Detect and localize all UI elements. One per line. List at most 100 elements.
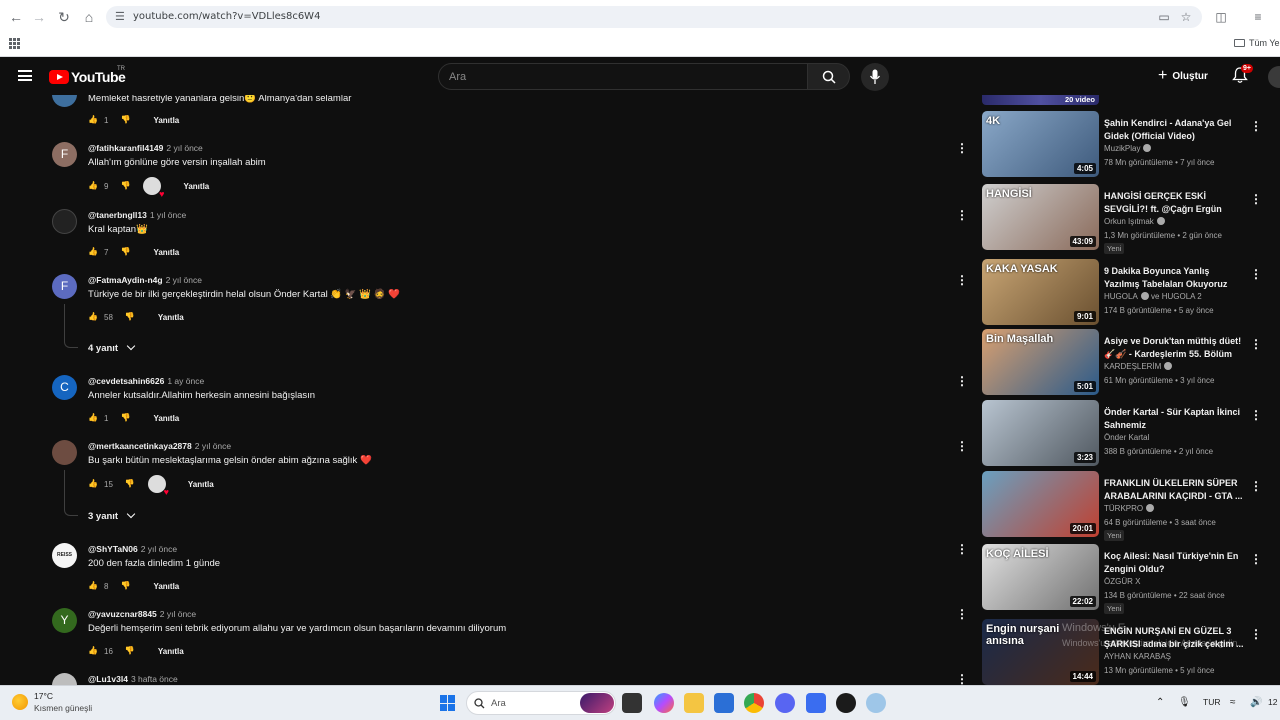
terminal-app-icon[interactable] [622,693,642,713]
tray-overflow-icon[interactable]: ⌃ [1156,697,1164,708]
video-title[interactable]: Şahin Kendirci - Adana'ya Gel Gidek (Off… [1104,117,1244,143]
recommended-video[interactable]: 3:23 Önder Kartal - Sür Kaptan İkinci Sah… [982,400,1280,466]
like-icon[interactable]: 👍 [88,413,99,424]
like-icon[interactable]: 👍 [88,247,99,258]
clock[interactable]: 12 [1268,697,1277,707]
avatar[interactable] [52,209,77,234]
comment-menu-icon[interactable]: ⋮ [956,209,968,221]
video-title[interactable]: Asiye ve Doruk'tan müthiş düet! 🎸🎻 - Kar… [1104,335,1244,361]
comment-menu-icon[interactable]: ⋮ [956,274,968,286]
recommended-video[interactable]: Bin Maşallah 5:01 Asiye ve Doruk'tan müthi… [982,329,1280,395]
avatar[interactable]: F [52,274,77,299]
start-button[interactable] [440,695,456,711]
comment-author[interactable]: @yavuzcnar8845 2 yıl önce [88,609,196,619]
site-info-icon[interactable]: ☰ [115,10,129,24]
reply-button[interactable]: Yanıtla [153,414,179,423]
video-menu-icon[interactable]: ⋮ [1250,267,1262,281]
file-explorer-icon[interactable] [684,693,704,713]
comment-menu-icon[interactable]: ⋮ [956,673,968,685]
video-menu-icon[interactable]: ⋮ [1250,337,1262,351]
comment-menu-icon[interactable]: ⋮ [956,375,968,387]
like-icon[interactable]: 👍 [88,581,99,592]
reply-button[interactable]: Yanıtla [183,182,209,191]
bookmark-star-icon[interactable]: ☆ [1178,9,1194,25]
like-icon[interactable]: 👍 [88,646,99,657]
video-title[interactable]: Koç Ailesi: Nasıl Türkiye'nin En Zengini… [1104,550,1244,576]
reply-button[interactable]: Yanıtla [158,647,184,656]
create-button[interactable]: + Oluştur [1152,64,1218,88]
show-replies-button[interactable]: 4 yanıt [88,341,136,354]
reload-icon[interactable]: ↻ [55,8,73,26]
recommended-video[interactable]: KAKA YASAK 9:01 9 Dakika Boyunca Yanlış Ya… [982,259,1280,325]
reply-button[interactable]: Yanıtla [153,582,179,591]
dislike-icon[interactable]: 👎 [125,479,136,490]
video-menu-icon[interactable]: ⋮ [1250,552,1262,566]
notifications-button[interactable]: 9+ [1232,64,1253,85]
extensions-icon[interactable]: ◫ [1213,9,1229,25]
video-thumbnail[interactable]: KOÇ AİLESİ 22:02 [982,544,1099,610]
messenger-app-icon[interactable] [806,693,826,713]
apps-grid-icon[interactable] [9,38,20,49]
volume-icon[interactable]: 🔊 [1250,697,1262,708]
recommended-video[interactable]: 20:01 FRANKLIN ÜLKELERIN SÜPER ARABALARIN… [982,471,1280,541]
channel-name[interactable]: Önder Kartal [1104,433,1149,442]
avatar[interactable] [52,673,77,685]
video-thumbnail[interactable]: 4K 4:05 [982,111,1099,177]
dislike-icon[interactable]: 👎 [120,181,131,192]
search-input[interactable]: Ara [438,63,808,90]
video-menu-icon[interactable]: ⋮ [1250,479,1262,493]
video-title[interactable]: HANGİSİ GERÇEK ESKİ SEVGİLİ?! ft. @Çağrı… [1104,190,1244,216]
channel-name[interactable]: HUGOLA ve HUGOLA 2 [1104,292,1202,301]
channel-name[interactable]: MuzikPlay [1104,144,1152,153]
home-icon[interactable]: ⌂ [80,8,98,26]
youtube-logo[interactable]: YouTube TR [49,66,126,85]
comment-author[interactable]: @FatmaAydin-n4g 2 yıl önce [88,275,202,285]
avatar[interactable] [52,95,77,107]
address-bar[interactable]: ☰ youtube.com/watch?v=VDLles8c6W4 [106,6,1202,28]
dislike-icon[interactable]: 👎 [125,312,136,323]
video-menu-icon[interactable]: ⋮ [1250,119,1262,133]
comment-menu-icon[interactable]: ⋮ [956,142,968,154]
chrome-app-icon[interactable] [744,693,764,713]
like-icon[interactable]: 👍 [88,479,99,490]
voice-search-button[interactable] [861,63,889,91]
wifi-icon[interactable]: ≈ [1230,697,1236,708]
avatar[interactable]: C [52,375,77,400]
video-thumbnail[interactable]: 3:23 [982,400,1099,466]
copilot-app-icon[interactable] [654,693,674,713]
video-title[interactable]: Önder Kartal - Sür Kaptan İkinci Sahnemi… [1104,406,1244,432]
channel-name[interactable]: TÜRKPRO [1104,504,1155,513]
avatar[interactable]: F [52,142,77,167]
video-menu-icon[interactable]: ⋮ [1250,192,1262,206]
comment-author[interactable]: @Lu1v3l4 3 hafta önce [88,674,178,684]
channel-name[interactable]: AYHAN KARABAŞ [1104,652,1171,661]
menu-icon[interactable] [18,70,32,81]
comment-menu-icon[interactable]: ⋮ [956,440,968,452]
avatar[interactable] [52,440,77,465]
back-icon[interactable]: ← [7,8,25,26]
widget-app-icon[interactable] [580,693,614,713]
video-title[interactable]: 9 Dakika Boyunca Yanlış Yazılmış Tabelal… [1104,265,1244,291]
comment-author[interactable]: @mertkaancetinkaya2878 2 yıl önce [88,441,231,451]
video-thumbnail[interactable]: HANGİSİ 43:09 [982,184,1099,250]
recommended-video[interactable]: Engin nurşani anısına 14:44 ENGİN NURŞANİ … [982,619,1280,685]
game-app-icon[interactable] [836,693,856,713]
comment-author[interactable]: @cevdetsahin6626 1 ay önce [88,376,204,386]
dislike-icon[interactable]: 👎 [120,413,131,424]
store-app-icon[interactable] [714,693,734,713]
language-indicator[interactable]: TUR [1203,697,1220,707]
comment-menu-icon[interactable]: ⋮ [956,608,968,620]
recommended-video[interactable]: 4K 4:05 Şahin Kendirci - Adana'ya Gel Gide… [982,111,1280,177]
video-thumbnail[interactable]: KAKA YASAK 9:01 [982,259,1099,325]
reply-button[interactable]: Yanıtla [188,480,214,489]
channel-name[interactable]: Orkun Işıtmak [1104,217,1165,226]
forward-icon[interactable]: → [30,8,48,26]
like-icon[interactable]: 👍 [88,115,99,126]
reading-list-icon[interactable]: ≡ [1250,9,1266,25]
video-title[interactable]: FRANKLIN ÜLKELERIN SÜPER ARABALARINI KAÇ… [1104,477,1244,503]
account-avatar[interactable] [1268,66,1280,88]
microphone-tray-icon[interactable]: 🎙 [1178,697,1191,708]
like-icon[interactable]: 👍 [88,312,99,323]
settings-app-icon[interactable] [866,693,886,713]
dislike-icon[interactable]: 👎 [120,581,131,592]
